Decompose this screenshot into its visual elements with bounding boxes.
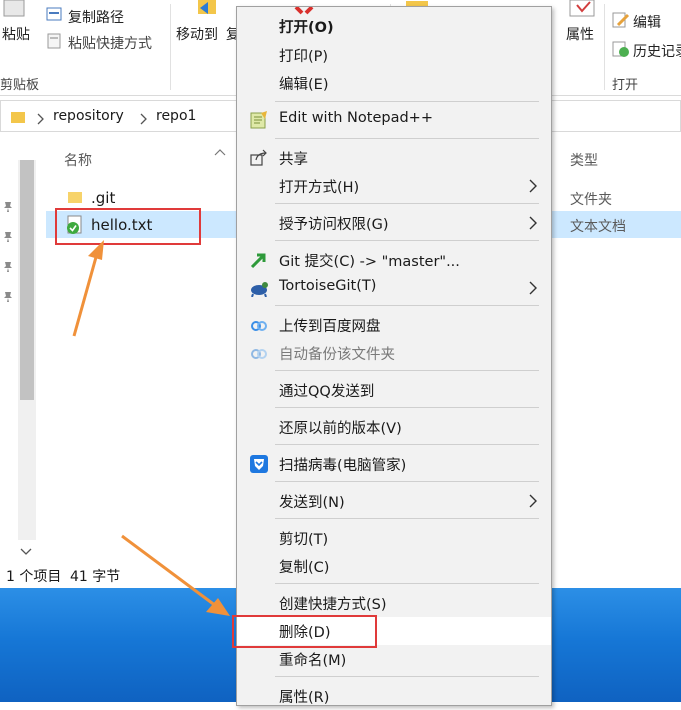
move-to-icon — [196, 0, 220, 18]
history-button[interactable]: 历史记录 — [633, 41, 681, 61]
folder-icon — [68, 189, 84, 205]
menu-item-auto-backup: 自动备份该文件夹 — [237, 339, 551, 367]
menu-item-send-to[interactable]: 发送到(N) — [237, 487, 551, 515]
column-header-type[interactable]: 类型 — [570, 150, 598, 170]
status-item-count: 1 个项目 — [6, 569, 62, 585]
pin-icons — [2, 200, 14, 310]
menu-item-label: 编辑(E) — [279, 77, 329, 93]
file-name: .git — [91, 189, 116, 207]
file-type: 文件夹 — [570, 192, 612, 208]
menu-item-label: 共享 — [279, 152, 308, 168]
submenu-arrow-icon — [527, 178, 539, 194]
paste-shortcut-icon — [46, 33, 62, 49]
chevron-right-icon — [37, 110, 45, 125]
scroll-down-icon[interactable] — [20, 542, 32, 555]
copy-path-icon — [46, 6, 62, 22]
clipboard-group-label: 剪贴板 — [0, 78, 40, 93]
menu-item-label: 复制(C) — [279, 560, 330, 576]
menu-item-label: Git 提交(C) -> "master"... — [279, 254, 460, 270]
copy-path-button[interactable]: 复制路径 — [68, 7, 124, 27]
menu-item-label: 还原以前的版本(V) — [279, 421, 402, 437]
menu-item-scan-virus[interactable]: 扫描病毒(电脑管家) — [237, 450, 551, 478]
menu-item-cut[interactable]: 剪切(T) — [237, 524, 551, 552]
submenu-arrow-icon — [527, 493, 539, 509]
menu-item-baidu-upload[interactable]: 上传到百度网盘 — [237, 311, 551, 339]
menu-item-share[interactable]: 共享 — [237, 144, 551, 172]
menu-item-git-commit[interactable]: Git 提交(C) -> "master"... — [237, 246, 551, 274]
file-type: 文本文档 — [570, 219, 626, 235]
menu-item-give-access[interactable]: 授予访问权限(G) — [237, 209, 551, 237]
annotation-arrow-file — [72, 240, 104, 337]
menu-item-edit[interactable]: 编辑(E) — [237, 69, 551, 97]
paste-button[interactable]: 粘贴 — [2, 24, 30, 44]
tortoisegit-icon — [249, 279, 269, 298]
menu-item-label: 属性(R) — [279, 690, 330, 706]
annotation-arrow-delete — [121, 534, 230, 616]
menu-item-create-shortcut[interactable]: 创建快捷方式(S) — [237, 589, 551, 617]
menu-item-copy[interactable]: 复制(C) — [237, 552, 551, 580]
breadcrumb-repo1[interactable]: repo1 — [156, 108, 196, 124]
menu-item-label: 打开方式(H) — [279, 180, 360, 196]
context-menu: 打开(O) 打印(P) 编辑(E) Edit with Notepad++ 共享… — [236, 6, 552, 706]
delete-ribbon-icon — [292, 0, 316, 15]
menu-item-label: 自动备份该文件夹 — [279, 347, 395, 363]
menu-item-label: 创建快捷方式(S) — [279, 597, 387, 613]
annotation-box-delete — [232, 615, 377, 648]
menu-item-label: 打开(O) — [279, 20, 334, 36]
menu-item-notepadpp[interactable]: Edit with Notepad++ — [237, 106, 551, 134]
notepad-plus-plus-icon — [249, 111, 269, 129]
git-commit-icon — [249, 251, 269, 269]
edit-button[interactable]: 编辑 — [633, 12, 661, 32]
submenu-arrow-icon — [527, 215, 539, 231]
menu-item-label: 通过QQ发送到 — [279, 384, 375, 400]
paste-shortcut-button[interactable]: 粘贴快捷方式 — [68, 33, 152, 53]
menu-item-open-with[interactable]: 打开方式(H) — [237, 172, 551, 200]
properties-button[interactable]: 属性 — [566, 24, 594, 44]
menu-item-label: 扫描病毒(电脑管家) — [279, 458, 407, 474]
menu-item-label: 发送到(N) — [279, 495, 345, 511]
history-icon — [612, 40, 630, 58]
menu-item-label: Edit with Notepad++ — [279, 110, 433, 126]
edit-icon — [612, 11, 630, 29]
paste-icon[interactable] — [0, 0, 34, 18]
nav-scrollbar-thumb[interactable] — [20, 160, 34, 400]
menu-item-label: TortoiseGit(T) — [279, 278, 377, 294]
menu-item-label: 重命名(M) — [279, 653, 347, 669]
properties-icon — [568, 0, 596, 18]
menu-item-properties[interactable]: 属性(R) — [237, 682, 551, 710]
menu-item-send-qq[interactable]: 通过QQ发送到 — [237, 376, 551, 404]
status-file-size: 41 字节 — [70, 569, 121, 585]
folder-icon — [11, 109, 25, 123]
submenu-arrow-icon — [527, 280, 539, 296]
menu-item-label: 授予访问权限(G) — [279, 217, 389, 233]
menu-item-print[interactable]: 打印(P) — [237, 41, 551, 69]
baidu-netdisk-icon — [249, 344, 269, 362]
menu-item-open[interactable]: 打开(O) — [237, 12, 551, 40]
menu-item-label: 上传到百度网盘 — [279, 319, 381, 335]
baidu-netdisk-icon — [249, 316, 269, 334]
menu-item-tortoisegit[interactable]: TortoiseGit(T) — [237, 274, 551, 302]
menu-item-label: 剪切(T) — [279, 532, 329, 548]
share-icon — [249, 149, 269, 167]
column-header-name[interactable]: 名称 — [64, 150, 92, 170]
chevron-right-icon — [140, 110, 148, 125]
menu-item-rename[interactable]: 重命名(M) — [237, 645, 551, 673]
tencent-pc-manager-icon — [249, 455, 269, 473]
open-group-label: 打开 — [612, 78, 639, 93]
menu-item-label: 打印(P) — [279, 49, 329, 65]
menu-item-restore-versions[interactable]: 还原以前的版本(V) — [237, 413, 551, 441]
breadcrumb-repository[interactable]: repository — [53, 108, 124, 124]
move-to-button[interactable]: 移动到 — [176, 24, 218, 44]
sort-ascending-icon — [214, 141, 226, 156]
